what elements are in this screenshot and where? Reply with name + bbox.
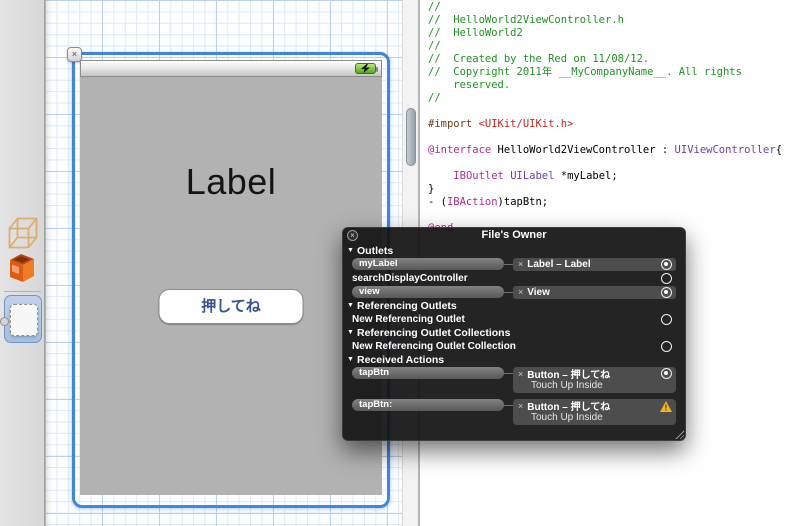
view-object-proxy[interactable] [4, 295, 42, 343]
connection-row[interactable]: New Referencing Outlet Collection [342, 339, 686, 353]
disconnect-icon[interactable]: × [518, 369, 523, 379]
connection-row[interactable]: tapBtn: × Button – 押してね Touch Up Inside! [342, 398, 686, 427]
code-line: } [428, 183, 435, 195]
disconnect-icon[interactable]: × [518, 401, 523, 411]
panel-title: File's Owner [481, 229, 547, 241]
code-line: // [428, 92, 441, 104]
xcode-ib-window: × Label 押してね //// HelloWorld2ViewControl… [0, 0, 800, 526]
source-pill[interactable]: myLabel [352, 258, 504, 270]
connection-row[interactable]: myLabel × Label – Label [342, 257, 686, 271]
source-label: New Referencing Outlet Collection [352, 340, 516, 352]
connection-row[interactable]: tapBtn × Button – 押してね Touch Up Inside [342, 366, 686, 395]
connections-list: ▼ Outlets myLabel × Label – Label searchDispl… [342, 244, 686, 430]
section-label: Received Actions [357, 353, 445, 366]
warning-icon: ! [660, 401, 672, 412]
main-view[interactable]: Label 押してね [80, 77, 382, 495]
connection-target[interactable]: × Label – Label [504, 257, 676, 271]
code-line: // Copyright 2011年 __MyCompanyName__. Al… [428, 66, 742, 78]
code-lines: //// HelloWorld2ViewController.h// Hello… [428, 1, 800, 235]
target-label: Button – 押してね [527, 370, 611, 381]
dock-knob [0, 317, 9, 326]
section-label: Referencing Outlet Collections [357, 326, 511, 339]
scrollbar-thumb[interactable] [406, 108, 416, 166]
connected-radio[interactable] [661, 286, 672, 298]
code-line: #import <UIKit/UIKit.h> [428, 118, 574, 130]
orange-cube-icon [6, 254, 38, 290]
disclosure-triangle-icon[interactable]: ▼ [347, 329, 357, 336]
source-label: searchDisplayController [352, 272, 468, 284]
disclosure-triangle-icon[interactable]: ▼ [347, 356, 357, 363]
source-pill[interactable]: tapBtn: [352, 399, 504, 411]
disconnect-icon[interactable]: × [518, 287, 523, 297]
source-label: New Referencing Outlet [352, 313, 465, 325]
section-header[interactable]: ▼ Received Actions [342, 353, 686, 366]
target-label: Label – Label [527, 258, 591, 270]
objects-dock [0, 0, 45, 526]
section-header[interactable]: ▼ Referencing Outlets [342, 299, 686, 312]
files-owner-proxy[interactable] [6, 216, 40, 252]
connection-target[interactable]: × View [504, 285, 676, 299]
view-square-icon [10, 304, 38, 336]
code-line: reserved. [428, 79, 511, 91]
dock-divider [4, 291, 41, 292]
connection-row[interactable]: view × View [342, 285, 686, 299]
source-pill[interactable]: view [352, 286, 504, 298]
battery-icon [355, 63, 378, 74]
code-line: // [428, 40, 441, 52]
section-header[interactable]: ▼ Outlets [342, 244, 686, 257]
connection-target[interactable]: × Button – 押してね Touch Up Inside! [504, 399, 676, 425]
code-line: // [428, 1, 441, 13]
disclosure-triangle-icon[interactable]: ▼ [347, 302, 357, 309]
connection-row[interactable]: New Referencing Outlet [342, 312, 686, 326]
section-label: Outlets [357, 244, 394, 257]
code-line: IBOutlet UILabel *myLabel; [453, 170, 618, 182]
ib-button[interactable]: 押してね [158, 289, 304, 324]
code-line: @interface HelloWorld2ViewController : U… [428, 144, 783, 156]
disconnect-icon[interactable]: × [518, 259, 523, 269]
source-pill[interactable]: tapBtn [352, 367, 504, 379]
event-label: Touch Up Inside [531, 412, 603, 423]
code-line: // HelloWorld2ViewController.h [428, 14, 624, 26]
code-line: - (IBAction)tapBtn; [428, 196, 549, 208]
ib-label[interactable]: Label [80, 161, 382, 203]
status-bar [80, 60, 382, 77]
panel-resize-handle[interactable] [674, 429, 684, 439]
empty-radio[interactable] [661, 313, 672, 325]
first-responder-proxy[interactable] [6, 250, 40, 286]
connected-radio[interactable] [661, 368, 672, 379]
connection-row[interactable]: searchDisplayController [342, 271, 686, 285]
code-line: // HelloWorld2 [428, 27, 523, 39]
connection-target[interactable]: × Button – 押してね Touch Up Inside [504, 367, 676, 393]
target-label: Button – 押してね [527, 402, 611, 413]
event-label: Touch Up Inside [531, 380, 603, 391]
empty-radio[interactable] [661, 340, 672, 352]
connected-radio[interactable] [661, 258, 672, 270]
empty-radio[interactable] [661, 272, 672, 284]
disclosure-triangle-icon[interactable]: ▼ [347, 247, 357, 254]
section-header[interactable]: ▼ Referencing Outlet Collections [342, 326, 686, 339]
files-owner-panel: × File's Owner ▼ Outlets myLabel × Label – L… [342, 227, 686, 441]
target-label: View [527, 286, 550, 298]
code-line: // Created by the Red on 11/08/12. [428, 53, 650, 65]
svg-text:!: ! [665, 404, 668, 413]
section-label: Referencing Outlets [357, 299, 457, 312]
